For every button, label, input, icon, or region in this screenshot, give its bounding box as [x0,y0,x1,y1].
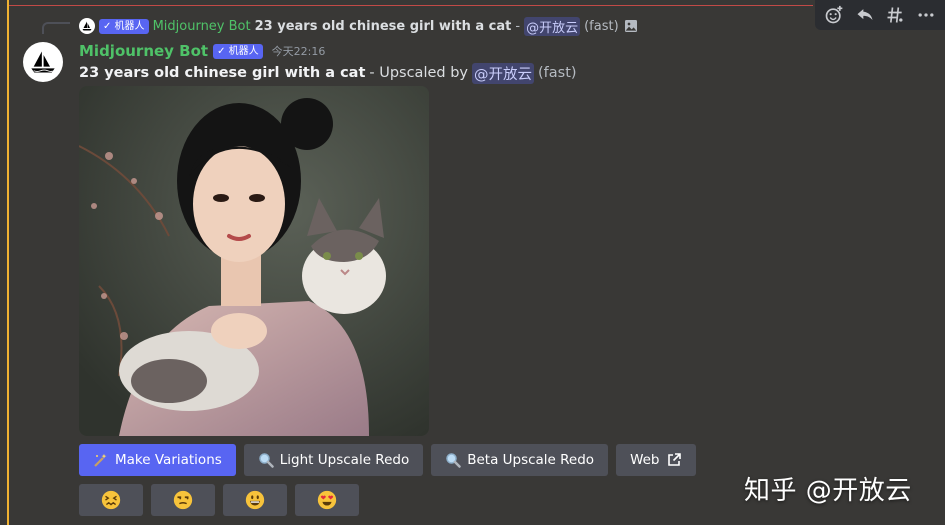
grinning-face-button[interactable] [223,484,287,516]
magnifier-icon [446,453,461,468]
external-link-icon [667,453,681,466]
message-hover-toolbar [815,0,945,30]
reply-prompt-text: 23 years old chinese girl with a cat [254,18,512,34]
zhihu-watermark: 知乎 @开放云 [744,476,912,506]
action-text: - Upscaled by [369,65,468,81]
emoji-rating-buttons [79,484,359,516]
message-header: Midjourney Bot ✓ 机器人 今天22:16 [79,41,325,61]
component-buttons: Make Variations Light Upscale Redo Beta … [79,444,696,476]
generated-image[interactable] [79,86,429,436]
light-upscale-redo-label: Light Upscale Redo [279,452,410,468]
author-name[interactable]: Midjourney Bot [79,42,208,60]
light-upscale-redo-button[interactable]: Light Upscale Redo [243,444,424,476]
web-link-button[interactable]: Web [616,444,696,476]
unamused-face-icon [173,490,193,510]
timestamp[interactable]: 今天22:16 [272,43,326,59]
add-reaction-icon[interactable] [821,2,847,28]
web-label: Web [630,452,660,468]
image-icon [624,20,637,32]
magic-wand-icon [94,454,107,467]
message-content: 23 years old chinese girl with a cat - U… [79,62,577,84]
beta-upscale-redo-button[interactable]: Beta Upscale Redo [431,444,609,476]
reply-speed: (fast) [584,18,619,34]
magnifier-icon [259,453,274,468]
beta-upscale-redo-label: Beta Upscale Redo [467,452,595,468]
user-mention[interactable]: @开放云 [472,62,534,84]
confounded-face-icon [101,490,121,510]
more-icon[interactable] [913,2,939,28]
heart-eyes-face-button[interactable] [295,484,359,516]
reply-spine [42,22,70,34]
bot-badge: ✓ 机器人 [99,18,149,34]
discord-message-view: ✓ 机器人 Midjourney Bot 23 years old chines… [0,0,945,525]
unamused-face-button[interactable] [151,484,215,516]
confounded-face-button[interactable] [79,484,143,516]
make-variations-label: Make Variations [115,452,222,468]
reply-mention[interactable]: @开放云 [524,16,581,36]
prompt-text: 23 years old chinese girl with a cat [79,65,366,81]
create-thread-icon[interactable] [882,2,908,28]
speed-label: (fast) [538,65,577,81]
bot-badge: ✓ 机器人 [213,43,263,59]
make-variations-button[interactable]: Make Variations [79,444,236,476]
reply-reference[interactable]: ✓ 机器人 Midjourney Bot 23 years old chines… [79,16,639,36]
reply-author-name[interactable]: Midjourney Bot [153,19,251,34]
mention-highlight-bar [7,0,9,525]
new-messages-divider [8,5,813,6]
reply-icon[interactable] [852,2,878,28]
author-avatar[interactable] [23,42,63,82]
reply-avatar[interactable] [79,18,95,34]
reply-dash: - [515,18,521,34]
heart-eyes-face-icon [317,490,337,510]
grinning-face-icon [245,490,265,510]
